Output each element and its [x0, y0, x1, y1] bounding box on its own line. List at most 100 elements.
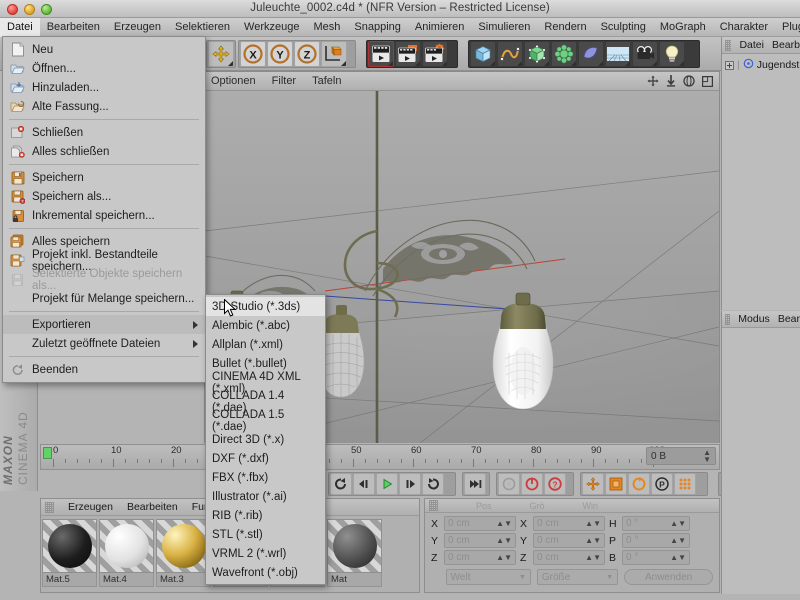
submenu-item-direct3d[interactable]: Direct 3D (*.x)	[206, 430, 325, 449]
menu-animieren[interactable]: Animieren	[408, 18, 472, 37]
render-view-icon[interactable]	[368, 41, 394, 67]
viewport-menu-tafeln[interactable]: Tafeln	[312, 75, 341, 87]
goto-end-icon[interactable]	[422, 473, 444, 495]
submenu-item-allplan[interactable]: Allplan (*.xml)	[206, 335, 325, 354]
menu-selektieren[interactable]: Selektieren	[168, 18, 237, 37]
expand-toggle-icon[interactable]	[725, 60, 734, 70]
stepper-icon[interactable]: ▲▼	[585, 537, 601, 545]
goto-last-key-icon[interactable]	[464, 473, 486, 495]
cube-icon[interactable]	[470, 41, 496, 67]
menu-erzeugen[interactable]: Erzeugen	[107, 18, 168, 37]
end-frame-field[interactable]: 0 B ▲ ▼	[646, 447, 716, 465]
step-forward-icon[interactable]	[399, 473, 421, 495]
rotation-key-icon[interactable]	[628, 473, 650, 495]
submenu-item-illustrator[interactable]: Illustrator (*.ai)	[206, 487, 325, 506]
menu-item-oeffnen[interactable]: Öffnen...	[3, 59, 205, 78]
goto-start-icon[interactable]	[330, 473, 352, 495]
material-item[interactable]: Mat.3	[156, 519, 211, 587]
menu-simulieren[interactable]: Simulieren	[471, 18, 537, 37]
submenu-item-rib[interactable]: RIB (*.rib)	[206, 506, 325, 525]
stepper-icon[interactable]: ▲▼	[670, 537, 686, 545]
stepper-icon[interactable]: ▲▼	[496, 554, 512, 562]
menu-item-zuletzt-geoeffnete-dateien[interactable]: Zuletzt geöffnete Dateien	[3, 334, 205, 353]
attribute-menu-bearbeiten[interactable]: Bear	[778, 313, 800, 325]
world-coordinate-icon[interactable]	[321, 41, 347, 67]
stepper-icon[interactable]: ▲▼	[496, 520, 512, 528]
coordinate-mode-select[interactable]: Größe ▼	[536, 569, 619, 585]
pla-key-icon[interactable]	[674, 473, 696, 495]
menu-item-alte-fassung[interactable]: Alte Fassung...	[3, 97, 205, 116]
play-icon[interactable]	[376, 473, 398, 495]
coord-input-rot-h[interactable]: 0 ° ▲▼	[622, 516, 690, 531]
menu-item-speichern-als[interactable]: ? Speichern als...	[3, 187, 205, 206]
apply-button[interactable]: Anwenden	[624, 569, 713, 585]
axis-z-icon[interactable]: Z	[294, 41, 320, 67]
stepper-icon[interactable]: ▲▼	[670, 520, 686, 528]
record-active-objects-icon[interactable]	[521, 473, 543, 495]
stepper-icon[interactable]: ▲▼	[585, 554, 601, 562]
menu-item-beenden[interactable]: Beenden	[3, 360, 205, 379]
coord-input-rot-b[interactable]: 0 ° ▲▼	[622, 550, 690, 565]
axis-y-icon[interactable]: Y	[267, 41, 293, 67]
menu-mograph[interactable]: MoGraph	[653, 18, 713, 37]
spline-icon[interactable]	[497, 41, 523, 67]
material-thumbnail[interactable]	[42, 519, 97, 573]
current-time-marker[interactable]	[43, 447, 52, 459]
menu-plugins[interactable]: Plug-ins	[775, 18, 800, 37]
coord-input-pos-z[interactable]: 0 cm ▲▼	[444, 550, 516, 565]
parameter-key-icon[interactable]: P	[651, 473, 673, 495]
submenu-item-vrml2[interactable]: VRML 2 (*.wrl)	[206, 544, 325, 563]
scale-key-icon[interactable]	[605, 473, 627, 495]
coordinate-system-select[interactable]: Welt ▼	[445, 569, 531, 585]
submenu-item-fbx[interactable]: FBX (*.fbx)	[206, 468, 325, 487]
submenu-item-wavefront[interactable]: Wavefront (*.obj)	[206, 563, 325, 582]
menu-sculpting[interactable]: Sculpting	[594, 18, 653, 37]
coord-input-rot-p[interactable]: 0 ° ▲▼	[622, 533, 690, 548]
dolly-icon[interactable]	[666, 75, 676, 90]
menu-bearbeiten[interactable]: Bearbeiten	[40, 18, 107, 37]
move-tool-icon[interactable]	[208, 41, 234, 67]
material-item[interactable]: Mat.5	[42, 519, 97, 587]
coord-input-size-z[interactable]: 0 cm ▲▼	[533, 550, 605, 565]
timeline-ruler[interactable]: 0 10 20 30 40 50 60 70 80 90 100	[40, 444, 720, 470]
scene-object-icon[interactable]	[578, 41, 604, 67]
render-region-icon[interactable]	[395, 41, 421, 67]
panel-grip-icon[interactable]	[45, 501, 54, 513]
material-thumbnail[interactable]	[99, 519, 154, 573]
material-menu-erzeugen[interactable]: Erzeugen	[68, 501, 113, 513]
menu-item-exportieren[interactable]: Exportieren	[3, 315, 205, 334]
autokey-icon[interactable]	[498, 473, 520, 495]
material-item[interactable]: Mat	[327, 519, 382, 587]
material-thumbnail[interactable]	[327, 519, 382, 573]
menu-item-speichern[interactable]: Speichern	[3, 168, 205, 187]
menu-werkzeuge[interactable]: Werkzeuge	[237, 18, 306, 37]
menu-mesh[interactable]: Mesh	[306, 18, 347, 37]
coord-input-pos-x[interactable]: 0 cm ▲▼	[444, 516, 516, 531]
end-frame-stepper[interactable]: ▲ ▼	[703, 449, 711, 464]
submenu-item-stl[interactable]: STL (*.stl)	[206, 525, 325, 544]
panel-grip-icon[interactable]	[725, 39, 732, 51]
menu-item-neu[interactable]: Neu	[3, 40, 205, 59]
object-menu-bearbeiten[interactable]: Bearb	[772, 39, 800, 51]
material-menu-bearbeiten[interactable]: Bearbeiten	[127, 501, 178, 513]
attribute-menu-modus[interactable]: Modus	[738, 313, 770, 325]
menu-snapping[interactable]: Snapping	[347, 18, 408, 37]
axis-x-icon[interactable]: X	[240, 41, 266, 67]
position-key-icon[interactable]	[582, 473, 604, 495]
menu-item-inkremental-speichern[interactable]: Inkremental speichern...	[3, 206, 205, 225]
submenu-item-collada-15[interactable]: COLLADA 1.5 (*.dae)	[206, 409, 325, 433]
menu-item-schliessen[interactable]: Schließen	[3, 123, 205, 142]
material-thumbnail[interactable]	[156, 519, 211, 573]
object-menu-datei[interactable]: Datei	[739, 39, 764, 51]
stepper-icon[interactable]: ▲▼	[496, 537, 512, 545]
stepper-icon[interactable]: ▲▼	[670, 554, 686, 562]
menu-item-alles-schliessen[interactable]: Alles schließen	[3, 142, 205, 161]
keyframe-help-icon[interactable]: ?	[544, 473, 566, 495]
menu-rendern[interactable]: Rendern	[537, 18, 593, 37]
viewport-menu-optionen[interactable]: Optionen	[211, 75, 256, 87]
menu-datei[interactable]: Datei	[0, 17, 40, 37]
light-icon[interactable]	[659, 41, 685, 67]
rotate-view-icon[interactable]	[683, 75, 695, 90]
coord-input-pos-y[interactable]: 0 cm ▲▼	[444, 533, 516, 548]
submenu-item-dxf[interactable]: DXF (*.dxf)	[206, 449, 325, 468]
